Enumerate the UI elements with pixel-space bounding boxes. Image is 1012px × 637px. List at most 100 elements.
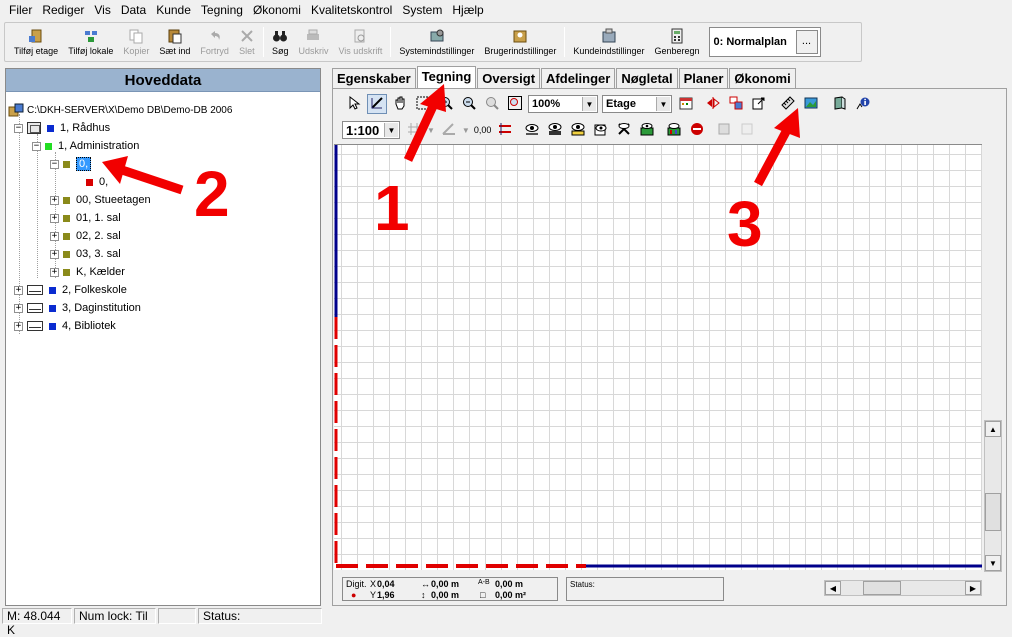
paste-button[interactable]: Sæt ind bbox=[154, 23, 195, 61]
tree-item-stueetagen[interactable]: + 00, Stueetagen bbox=[50, 192, 151, 208]
show-rooms-tool[interactable] bbox=[545, 120, 565, 140]
zoom-select[interactable]: 100% ▼ bbox=[528, 95, 598, 113]
menu-tegning[interactable]: Tegning bbox=[196, 0, 248, 20]
show-image-tool[interactable] bbox=[637, 120, 657, 140]
pan-tool[interactable] bbox=[390, 94, 410, 114]
tab-egenskaber[interactable]: Egenskaber bbox=[332, 68, 416, 88]
scroll-thumb[interactable] bbox=[985, 493, 1001, 531]
digitize-tool[interactable] bbox=[367, 94, 387, 114]
expand-icon[interactable]: + bbox=[14, 321, 23, 331]
collapse-icon[interactable]: − bbox=[50, 159, 59, 169]
menu-vis[interactable]: Vis bbox=[89, 0, 115, 20]
expand-icon[interactable]: + bbox=[50, 213, 59, 223]
scroll-up-icon[interactable]: ▲ bbox=[985, 421, 1001, 437]
menu-okonomi[interactable]: Økonomi bbox=[248, 0, 306, 20]
scale-select[interactable]: 1:100 ▼ bbox=[342, 121, 400, 139]
menu-rediger[interactable]: Rediger bbox=[37, 0, 89, 20]
add-room-button[interactable]: Tilføj lokale bbox=[63, 23, 118, 61]
level-select[interactable]: Etage ▼ bbox=[602, 95, 672, 113]
expand-icon[interactable]: + bbox=[14, 285, 23, 295]
chevron-down-icon[interactable]: ▼ bbox=[462, 126, 470, 135]
ruler-icon bbox=[781, 95, 795, 113]
tree-item-floor-0[interactable]: − 0, bbox=[50, 156, 92, 172]
menu-hjaelp[interactable]: Hjælp bbox=[447, 0, 488, 20]
delete-button[interactable]: Slet bbox=[234, 23, 260, 61]
grid-snap-tool[interactable] bbox=[404, 120, 424, 140]
disabled-tool-2[interactable] bbox=[737, 120, 757, 140]
collapse-icon[interactable]: − bbox=[14, 123, 23, 133]
customer-settings-button[interactable]: Kundeindstillinger bbox=[568, 23, 649, 61]
disabled-tool[interactable] bbox=[714, 120, 734, 140]
show-all-tool[interactable] bbox=[522, 120, 542, 140]
scroll-thumb[interactable] bbox=[863, 581, 901, 595]
layers-tool[interactable] bbox=[726, 94, 746, 114]
system-settings-button[interactable]: Systemindstillinger bbox=[394, 23, 479, 61]
menu-kvalitetskontrol[interactable]: Kvalitetskontrol bbox=[306, 0, 397, 20]
menu-filer[interactable]: Filer bbox=[4, 0, 37, 20]
measure-tool[interactable] bbox=[778, 94, 798, 114]
vertical-scrollbar[interactable]: ▲ ▼ bbox=[984, 420, 1002, 572]
show-labels-tool[interactable] bbox=[568, 120, 588, 140]
menu-kunde[interactable]: Kunde bbox=[151, 0, 196, 20]
show-tools-tool[interactable] bbox=[614, 120, 634, 140]
scroll-left-icon[interactable]: ◀ bbox=[825, 581, 841, 595]
tab-planer[interactable]: Planer bbox=[678, 68, 729, 88]
zoom-in-tool[interactable] bbox=[436, 94, 456, 114]
scroll-down-icon[interactable]: ▼ bbox=[985, 555, 1001, 571]
zoom-extent-tool[interactable] bbox=[505, 94, 525, 114]
expand-icon[interactable]: + bbox=[50, 267, 59, 277]
angle-tool[interactable] bbox=[439, 120, 459, 140]
drawing-canvas[interactable] bbox=[334, 144, 982, 570]
expand-icon[interactable]: + bbox=[50, 195, 59, 205]
chevron-down-icon[interactable]: ▼ bbox=[427, 126, 435, 135]
export-tool[interactable] bbox=[749, 94, 769, 114]
section-tool[interactable] bbox=[495, 120, 515, 140]
add-floor-button[interactable]: Tilføj etage bbox=[9, 23, 63, 61]
show-floors-tool[interactable] bbox=[664, 120, 684, 140]
copy-button[interactable]: Kopier bbox=[118, 23, 154, 61]
image-tool[interactable] bbox=[801, 94, 821, 114]
tab-tegning[interactable]: Tegning bbox=[416, 66, 477, 89]
tab-afdelinger[interactable]: Afdelinger bbox=[541, 68, 616, 88]
tree-item-room-0[interactable]: 0, bbox=[86, 174, 108, 190]
zoom-window-tool[interactable] bbox=[413, 94, 433, 114]
undo-button[interactable]: Fortryd bbox=[195, 23, 234, 61]
tree-item-daginstitution[interactable]: + 3, Daginstitution bbox=[14, 300, 141, 316]
menu-data[interactable]: Data bbox=[116, 0, 151, 20]
tab-oversigt[interactable]: Oversigt bbox=[477, 68, 541, 88]
tree-root[interactable]: C:\DKH-SERVER\X\Demo DB\Demo-DB 2006 bbox=[8, 102, 232, 118]
show-export-tool[interactable] bbox=[591, 120, 611, 140]
print-button[interactable]: Udskriv bbox=[293, 23, 333, 61]
tree-item-administration[interactable]: − 1, Administration bbox=[32, 138, 139, 154]
scroll-right-icon[interactable]: ▶ bbox=[965, 581, 981, 595]
tab-okonomi[interactable]: Økonomi bbox=[729, 68, 796, 88]
zoom-out-tool[interactable] bbox=[459, 94, 479, 114]
user-settings-button[interactable]: Brugerindstillinger bbox=[479, 23, 561, 61]
tree-item-radhus[interactable]: − 1, Rådhus bbox=[14, 120, 110, 136]
calendar-tool[interactable] bbox=[676, 94, 696, 114]
pointer-tool[interactable] bbox=[344, 94, 364, 114]
tree-item-kaelder[interactable]: + K, Kælder bbox=[50, 264, 125, 280]
recalculate-button[interactable]: Genberegn bbox=[649, 23, 704, 61]
search-button[interactable]: Søg bbox=[267, 23, 294, 61]
tree-item-1-sal[interactable]: + 01, 1. sal bbox=[50, 210, 121, 226]
stop-tool[interactable] bbox=[687, 120, 707, 140]
collapse-icon[interactable]: − bbox=[32, 141, 41, 151]
tree-item-folkeskole[interactable]: + 2, Folkeskole bbox=[14, 282, 127, 298]
tree-item-bibliotek[interactable]: + 4, Bibliotek bbox=[14, 318, 116, 334]
info-tool[interactable] bbox=[853, 94, 873, 114]
expand-icon[interactable]: + bbox=[14, 303, 23, 313]
tree-item-2-sal[interactable]: + 02, 2. sal bbox=[50, 228, 121, 244]
plan-select[interactable]: 0: Normalplan ... bbox=[708, 27, 821, 57]
menu-system[interactable]: System bbox=[397, 0, 447, 20]
mirror-tool[interactable] bbox=[703, 94, 723, 114]
expand-icon[interactable]: + bbox=[50, 249, 59, 259]
tab-nogletal[interactable]: Nøgletal bbox=[616, 68, 678, 88]
zoom-all-tool[interactable] bbox=[482, 94, 502, 114]
plan-more-button[interactable]: ... bbox=[795, 30, 818, 54]
expand-icon[interactable]: + bbox=[50, 231, 59, 241]
tree-item-3-sal[interactable]: + 03, 3. sal bbox=[50, 246, 121, 262]
book-tool[interactable] bbox=[830, 94, 850, 114]
print-preview-button[interactable]: Vis udskrift bbox=[333, 23, 387, 61]
horizontal-scrollbar[interactable]: ◀ ▶ bbox=[824, 580, 982, 596]
